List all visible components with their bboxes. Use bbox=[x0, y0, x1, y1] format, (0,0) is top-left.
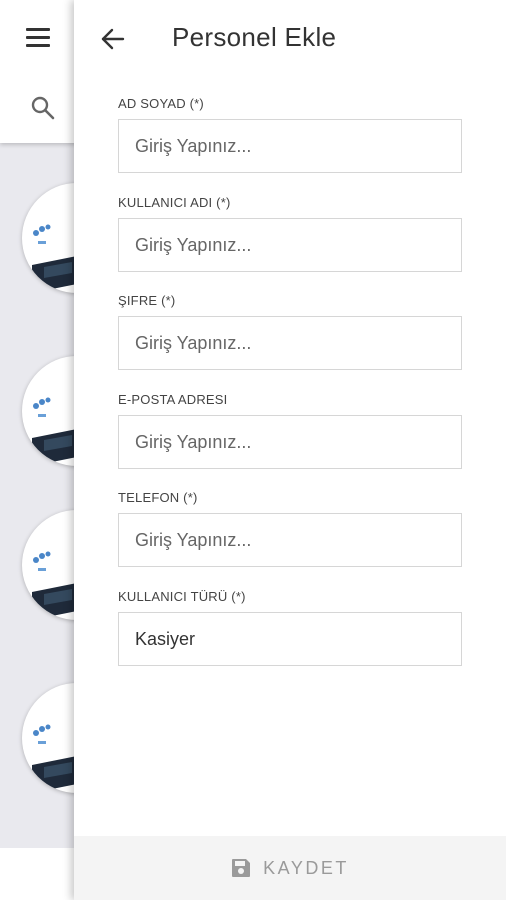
phone-label: TELEFON (*) bbox=[118, 490, 198, 505]
page-title: Personel Ekle bbox=[172, 22, 337, 52]
username-input[interactable] bbox=[118, 218, 462, 272]
add-staff-panel: Personel Ekle AD SOYAD (*) KULLANICI ADI… bbox=[74, 0, 506, 900]
password-label: ŞIFRE (*) bbox=[118, 293, 176, 308]
full-name-input[interactable] bbox=[118, 119, 462, 173]
save-button-label: KAYDET bbox=[263, 857, 349, 878]
user-type-label: KULLANICI TÜRÜ (*) bbox=[118, 589, 246, 604]
phone-input[interactable] bbox=[118, 513, 462, 567]
username-label: KULLANICI ADI (*) bbox=[118, 195, 231, 210]
password-input[interactable] bbox=[118, 316, 462, 370]
floppy-disk-icon bbox=[232, 859, 251, 877]
user-type-value: Kasiyer bbox=[135, 628, 196, 649]
full-name-label: AD SOYAD (*) bbox=[118, 96, 204, 111]
email-input[interactable] bbox=[118, 415, 462, 469]
save-button[interactable]: KAYDET bbox=[74, 836, 506, 900]
email-label: E-POSTA ADRESI bbox=[118, 392, 228, 407]
search-icon[interactable] bbox=[30, 95, 56, 121]
user-type-select[interactable]: Kasiyer bbox=[118, 612, 462, 666]
arrow-left-icon[interactable] bbox=[98, 24, 128, 54]
menu-icon[interactable] bbox=[26, 28, 50, 48]
